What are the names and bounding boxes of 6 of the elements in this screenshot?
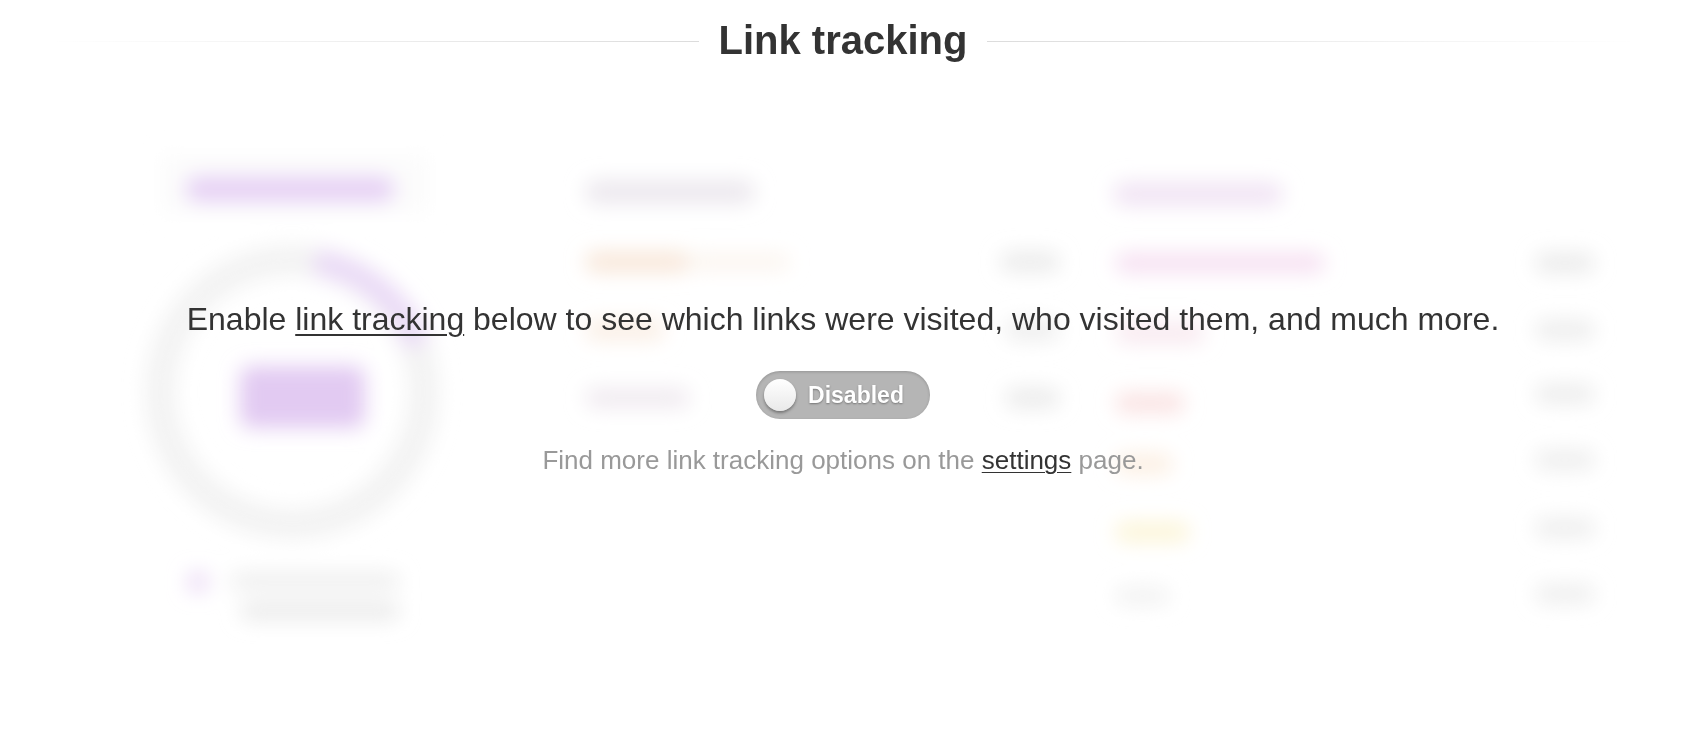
settings-link[interactable]: settings xyxy=(981,445,1072,475)
settings-note: Find more link tracking options on the settings page. xyxy=(542,445,1144,475)
intro-text: Enable link tracking below to see which links were visited, who visited them, and much more. xyxy=(186,300,1500,339)
link-tracking-link[interactable]: link tracking xyxy=(295,301,465,337)
page-title: Link tracking xyxy=(718,17,968,63)
knob-icon xyxy=(764,379,797,411)
